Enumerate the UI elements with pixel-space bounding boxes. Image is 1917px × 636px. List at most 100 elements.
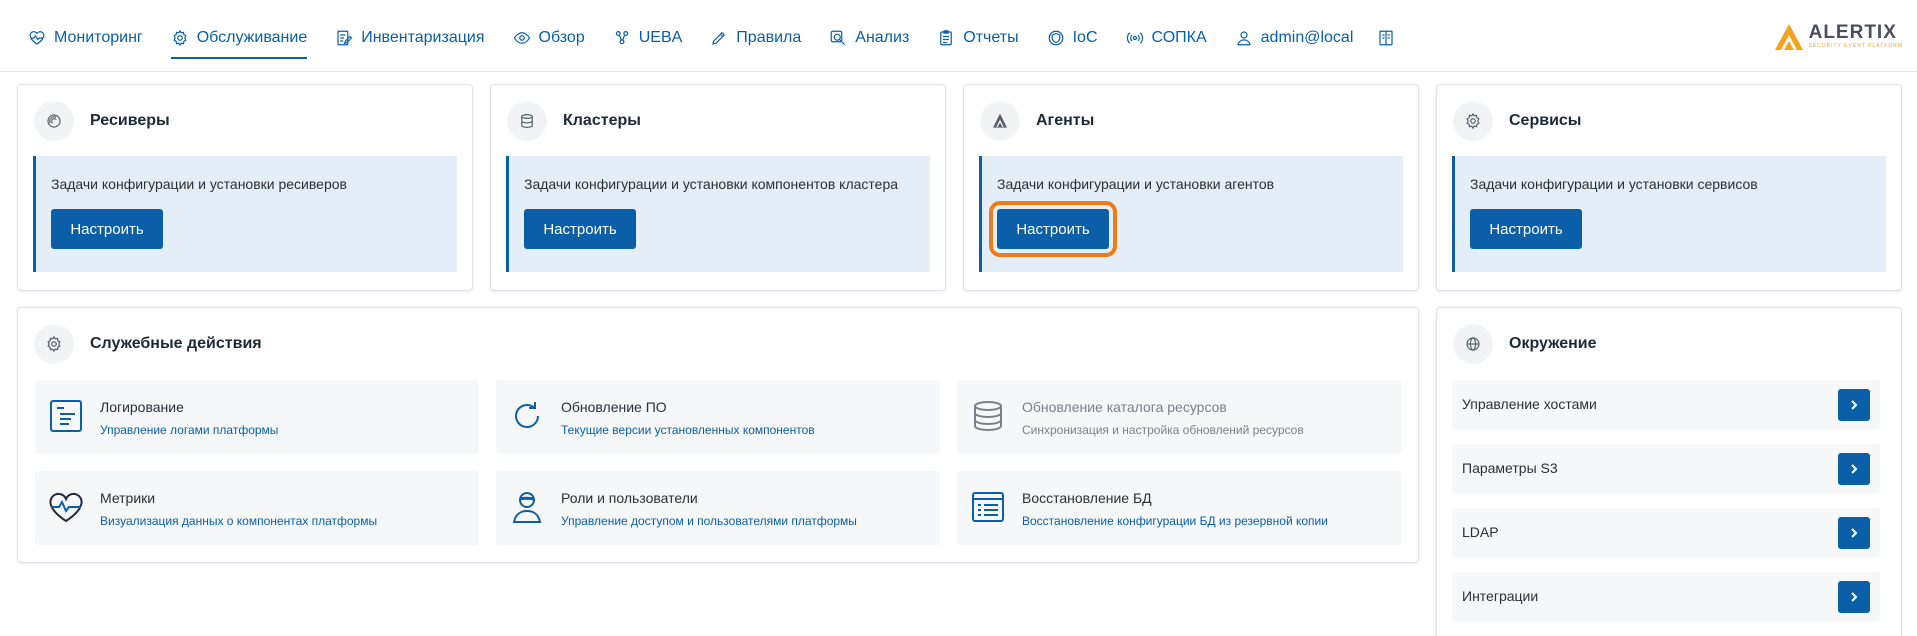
card-icon-wrap xyxy=(980,101,1020,141)
nav-item-ueba[interactable]: UEBA xyxy=(599,18,697,58)
card-config-panel: Задачи конфигурации и установки ресиверо… xyxy=(33,156,457,272)
book-panel-icon xyxy=(1379,30,1393,46)
refresh-icon xyxy=(515,402,539,428)
card-title: Служебные действия xyxy=(90,335,262,352)
card-config-panel: Задачи конфигурации и установки компонен… xyxy=(506,156,930,272)
action-link[interactable]: Синхронизация и настройка обновлений рес… xyxy=(1022,423,1304,437)
globe-icon xyxy=(1466,337,1480,351)
action-title: Обновление каталога ресурсов xyxy=(1022,399,1227,415)
alertix-logo-icon xyxy=(1774,24,1803,50)
env-item-s3[interactable]: Параметры S3 xyxy=(1452,444,1880,494)
nav-item-label: Правила xyxy=(736,29,802,46)
card-receivers: Ресиверы Задачи конфигурации и установки… xyxy=(17,84,473,291)
action-link[interactable]: Текущие версии установленных компонентов xyxy=(561,423,815,437)
brand-tagline: SECURITY EVENT PLATFORM xyxy=(1808,43,1903,49)
env-open-button[interactable] xyxy=(1838,517,1870,549)
nav-item-rules[interactable]: Правила xyxy=(696,18,815,58)
shield-icon xyxy=(1048,30,1063,46)
nav-item-reports[interactable]: Отчеты xyxy=(923,18,1032,58)
nav-item-overview[interactable]: Обзор xyxy=(499,18,599,58)
action-link[interactable]: Восстановление конфигурации БД из резерв… xyxy=(1022,514,1328,528)
nav-item-sopka[interactable]: СОПКА xyxy=(1112,18,1221,58)
nav-item-user[interactable]: admin@local xyxy=(1221,18,1368,58)
chevron-right-icon xyxy=(1851,528,1858,538)
env-open-button[interactable] xyxy=(1838,389,1870,421)
card-icon-wrap xyxy=(1453,324,1493,364)
nav-item-label: IoC xyxy=(1072,29,1098,46)
card-description: Задачи конфигурации и установки компонен… xyxy=(524,176,899,192)
nav-item-label: admin@local xyxy=(1260,29,1354,46)
heart-metrics-icon xyxy=(49,492,83,523)
configure-services-button[interactable]: Настроить xyxy=(1470,209,1582,249)
card-icon-wrap xyxy=(34,101,74,141)
card-title: Окружение xyxy=(1509,335,1597,352)
action-title: Метрики xyxy=(100,490,156,506)
database-stack-icon xyxy=(974,401,1002,432)
card-title: Агенты xyxy=(1036,112,1095,129)
action-metrics[interactable]: Метрики Визуализация данных о компонента… xyxy=(35,471,479,545)
agent-icon xyxy=(993,113,1007,128)
nav-item-inventory[interactable]: Инвентаризация xyxy=(321,18,498,58)
action-logging[interactable]: Логирование Управление логами платформы xyxy=(35,380,479,454)
configure-agents-button[interactable]: Настроить xyxy=(989,201,1117,257)
chevron-right-icon xyxy=(1851,400,1858,410)
magnifier-icon xyxy=(830,30,846,46)
nav-item-monitoring[interactable]: Мониторинг xyxy=(14,18,157,58)
card-description: Задачи конфигурации и установки агентов xyxy=(997,176,1275,192)
top-navigation-bar: Мониторинг Обслуживание Инвентаризация О… xyxy=(0,0,1917,72)
env-open-button[interactable] xyxy=(1838,581,1870,613)
card-services: Сервисы Задачи конфигурации и установки … xyxy=(1436,84,1902,291)
action-title: Логирование xyxy=(100,399,184,415)
card-description: Задачи конфигурации и установки ресиверо… xyxy=(51,176,347,192)
configure-clusters-button[interactable]: Настроить xyxy=(524,209,636,249)
pencil-icon xyxy=(712,31,726,45)
receiver-icon xyxy=(47,114,61,128)
nav-item-analysis[interactable]: Анализ xyxy=(815,18,923,58)
users-network-icon xyxy=(615,31,628,45)
action-roles-users[interactable]: Роли и пользователи Управление доступом … xyxy=(496,471,940,545)
card-config-panel: Задачи конфигурации и установки агентов … xyxy=(979,156,1403,272)
card-config-panel: Задачи конфигурации и установки сервисов… xyxy=(1452,156,1886,272)
action-title: Роли и пользователи xyxy=(561,490,698,506)
card-icon-wrap xyxy=(507,101,547,141)
env-open-button[interactable] xyxy=(1838,453,1870,485)
chevron-right-icon xyxy=(1851,592,1858,602)
gear-icon xyxy=(173,29,187,47)
database-icon xyxy=(521,114,533,128)
nav-item-label: Мониторинг xyxy=(54,29,143,46)
nav-item-label: Обзор xyxy=(538,29,585,46)
nav-item-ioc[interactable]: IoC xyxy=(1033,18,1112,58)
action-db-restore[interactable]: Восстановление БД Восстановление конфигу… xyxy=(957,471,1401,545)
restore-list-icon xyxy=(972,492,1004,522)
nav-item-label: Обслуживание xyxy=(196,29,308,46)
configure-receivers-button[interactable]: Настроить xyxy=(51,209,163,249)
nav-item-label: UEBA xyxy=(638,29,683,46)
nav-item-label: Анализ xyxy=(855,29,910,46)
action-link[interactable]: Визуализация данных о компонентах платфо… xyxy=(100,514,377,528)
action-catalog-update[interactable]: Обновление каталога ресурсов Синхронизац… xyxy=(957,380,1401,454)
nav-book-button[interactable] xyxy=(1367,18,1405,58)
action-software-update[interactable]: Обновление ПО Текущие версии установленн… xyxy=(496,380,940,454)
user-icon xyxy=(1236,31,1251,46)
user-role-icon xyxy=(512,492,542,523)
env-item-ldap[interactable]: LDAP xyxy=(1452,508,1880,558)
card-agents: Агенты Задачи конфигурации и установки а… xyxy=(963,84,1419,291)
brand-logo: ALERTIX SECURITY EVENT PLATFORM xyxy=(1773,20,1903,52)
card-title: Ресиверы xyxy=(90,112,170,129)
card-service-actions: Служебные действия Логирование Управлени… xyxy=(17,307,1419,563)
env-item-integrations[interactable]: Интеграции xyxy=(1452,572,1880,622)
env-item-label: Управление хостами xyxy=(1462,396,1597,412)
action-link[interactable]: Управление доступом и пользователями пла… xyxy=(561,514,857,528)
nav-item-maintenance[interactable]: Обслуживание xyxy=(157,18,321,59)
brand-name: ALERTIX xyxy=(1808,22,1897,43)
card-environment: Окружение Управление хостами Параметры S… xyxy=(1436,307,1902,636)
nav-item-label: Отчеты xyxy=(963,29,1019,46)
action-title: Восстановление БД xyxy=(1022,490,1152,506)
main-nav: Мониторинг Обслуживание Инвентаризация О… xyxy=(14,18,1405,59)
chevron-right-icon xyxy=(1851,464,1858,474)
card-title: Кластеры xyxy=(563,112,641,129)
eye-icon xyxy=(513,32,530,44)
env-item-hosts[interactable]: Управление хостами xyxy=(1452,380,1880,430)
action-link[interactable]: Управление логами платформы xyxy=(100,423,278,437)
nav-item-label: СОПКА xyxy=(1151,29,1207,46)
